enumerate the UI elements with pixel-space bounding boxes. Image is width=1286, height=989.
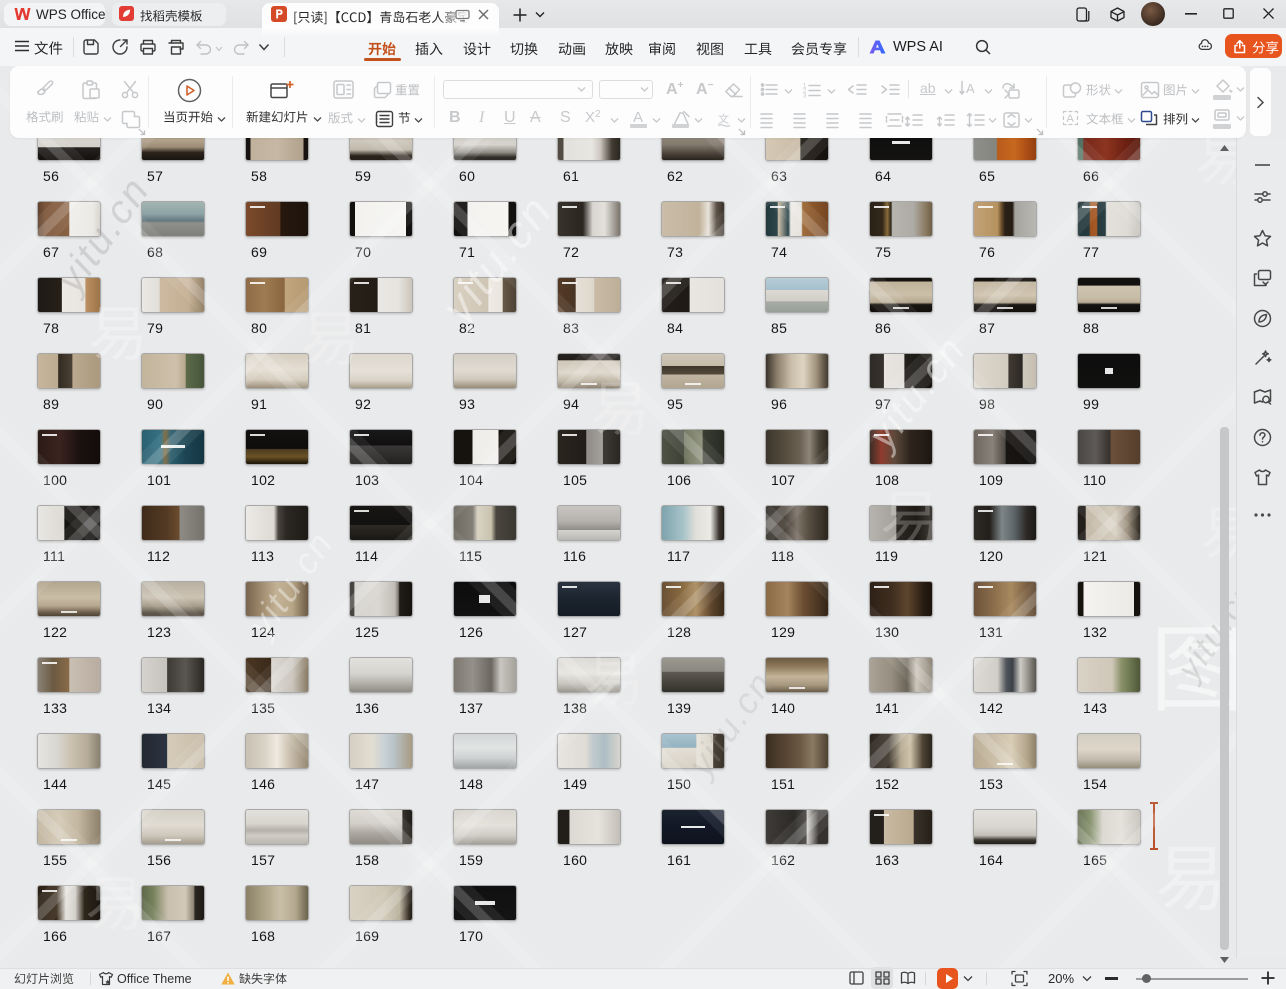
svg-text:A: A	[1067, 113, 1075, 125]
svg-text:A: A	[966, 81, 975, 96]
svg-text:3: 3	[803, 94, 807, 100]
